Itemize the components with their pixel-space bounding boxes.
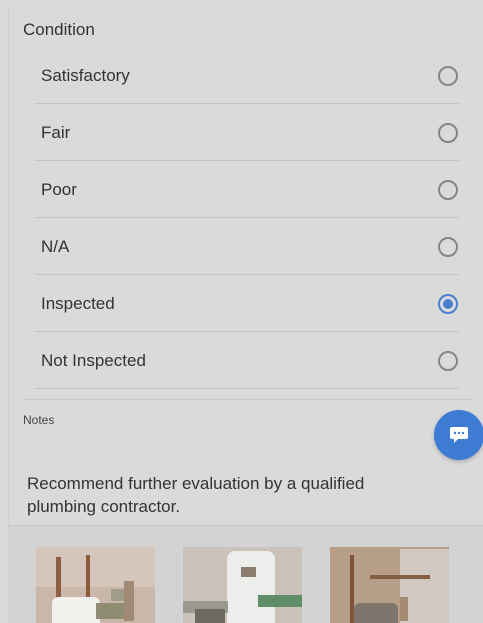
option-label: Inspected: [41, 293, 115, 313]
water-heater-photo-icon: [330, 547, 449, 623]
radio-inspected[interactable]: [438, 293, 458, 314]
option-label: N/A: [41, 236, 70, 256]
condition-title: Condition: [23, 20, 95, 39]
divider: [23, 399, 473, 400]
chat-button[interactable]: [434, 410, 483, 460]
app-frame: Condition Satisfactory Fair Poor N/A Ins…: [0, 0, 483, 623]
radio-na[interactable]: [438, 236, 458, 257]
option-label: Not Inspected: [41, 350, 146, 370]
notes-label: Notes: [23, 413, 55, 427]
option-satisfactory[interactable]: Satisfactory: [35, 47, 469, 104]
water-heater-photo-icon: [36, 547, 155, 623]
radio-fair[interactable]: [438, 122, 458, 143]
option-fair[interactable]: Fair: [35, 104, 469, 161]
photo-strip: [9, 525, 483, 623]
chat-bubble-icon: [450, 427, 468, 443]
radio-not-inspected[interactable]: [438, 350, 458, 371]
radio-poor[interactable]: [438, 179, 458, 200]
option-na[interactable]: N/A: [35, 218, 469, 275]
option-not-inspected[interactable]: Not Inspected: [35, 332, 469, 389]
photo-thumbnail[interactable]: [36, 547, 155, 623]
notes-text[interactable]: Recommend further evaluation by a qualif…: [27, 472, 437, 518]
option-inspected[interactable]: Inspected: [35, 275, 469, 332]
option-poor[interactable]: Poor: [35, 161, 469, 218]
radio-satisfactory[interactable]: [438, 65, 458, 86]
photo-thumbnail[interactable]: [330, 547, 449, 623]
option-label: Fair: [41, 122, 71, 142]
inspection-panel: Condition Satisfactory Fair Poor N/A Ins…: [8, 6, 483, 623]
photo-thumbnail[interactable]: [183, 547, 302, 623]
water-heater-photo-icon: [183, 547, 302, 623]
option-label: Satisfactory: [41, 65, 130, 85]
option-label: Poor: [41, 179, 77, 199]
